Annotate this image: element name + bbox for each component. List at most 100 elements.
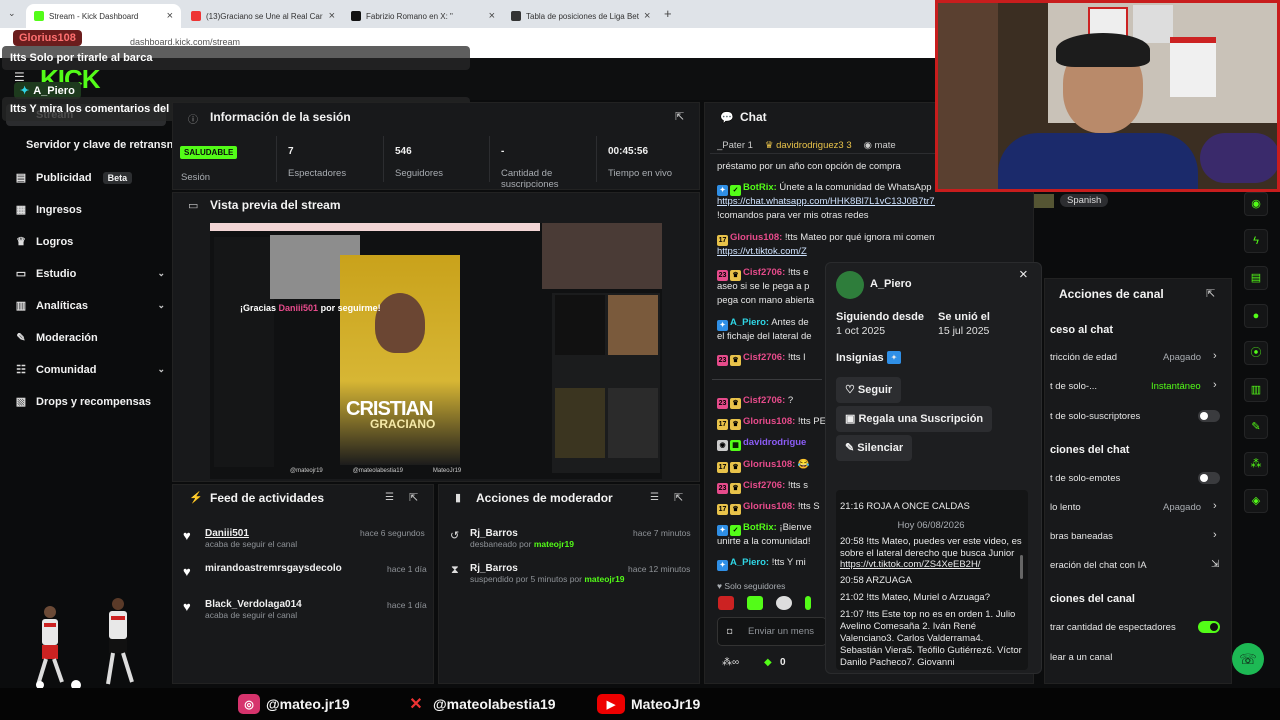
preview-follow-banner: ¡Gracias Daniii501 por seguirme! (240, 303, 381, 313)
gift-icon[interactable]: ◈ (1244, 489, 1268, 513)
broadcast-icon[interactable]: ⦿ (1244, 341, 1268, 365)
sidebar-item-logros[interactable]: ♛ Logros (15, 235, 165, 249)
sidebar-item-drops[interactable]: ▧ Drops y recompensas (15, 395, 165, 409)
notes-icon[interactable]: ▤ (1244, 266, 1268, 290)
tab-close-icon[interactable]: × (489, 10, 495, 22)
filter-icon[interactable]: ☰ (650, 492, 659, 503)
webcam-shirt (998, 133, 1198, 189)
history-message: 20:58 ARZUAGA (840, 575, 912, 586)
external-link-icon[interactable]: ⇲ (1211, 559, 1219, 570)
avatar (836, 271, 864, 299)
webcam-overlay (935, 0, 1280, 192)
kick-favicon-icon (34, 11, 44, 21)
language-tag: Spanish (1060, 194, 1109, 207)
mod-item[interactable]: Rj_Barros desbaneado por mateojr19 (470, 528, 574, 549)
badges-label: Insignias (836, 352, 884, 364)
feed-item[interactable]: Black_Verdolaga014 acaba de seguir el ca… (205, 599, 302, 620)
popout-icon[interactable]: ⇱ (409, 491, 418, 504)
chat-title: Chat (740, 110, 767, 124)
sidebar-item-analiticas[interactable]: ▥ Analíticas ⌄ (15, 299, 165, 313)
popout-icon[interactable]: ⇱ (1206, 287, 1215, 300)
channel-actions-heading: ciones del canal (1050, 593, 1135, 605)
chat-input[interactable]: ◘ Enviar un mens (717, 617, 827, 646)
sidebar-item-server-key[interactable]: Servidor y clave de retransn (26, 139, 174, 151)
chevron-right-icon[interactable]: › (1213, 529, 1217, 541)
undo-icon: ↺ (450, 530, 460, 542)
tab-list-icon[interactable]: ⌄ (8, 8, 16, 19)
emotes-only-toggle[interactable] (1198, 472, 1220, 484)
layout-icon[interactable]: ▥ (1244, 378, 1268, 402)
followers-label: Seguidores (395, 168, 444, 179)
lightning-icon[interactable]: ϟ (1244, 229, 1268, 253)
mod-item[interactable]: Rj_Barros suspendido por 5 minutos por m… (470, 563, 625, 584)
hourglass-icon: ⧗ (451, 564, 459, 576)
sidebar-item-publicidad[interactable]: ▤ Publicidad Beta (15, 171, 165, 184)
history-link[interactable]: https://vt.tiktok.com/ZS4XeEB2H/ (840, 559, 1022, 571)
trophy-icon: ♛ (16, 236, 26, 248)
filter-icon[interactable]: ☰ (385, 492, 394, 503)
tab-close-icon[interactable]: × (167, 10, 173, 22)
host-channel-row[interactable]: lear a un canal (1050, 652, 1225, 663)
mod-actions-panel (438, 484, 700, 684)
tab-kick-dashboard[interactable]: Stream - Kick Dashboard × (26, 4, 181, 28)
chevron-right-icon[interactable]: › (1213, 379, 1217, 391)
popout-icon[interactable]: ⇱ (674, 491, 683, 504)
chevron-down-icon: ⌄ (157, 300, 165, 310)
new-tab-button[interactable]: + (664, 6, 672, 21)
close-icon[interactable]: × (1019, 266, 1028, 283)
youtube-favicon-icon (191, 11, 201, 21)
chevron-down-icon: ⌄ (157, 364, 165, 374)
preview-tile (608, 388, 658, 458)
tab-youtube[interactable]: (13)Graciano se Une al Real Car × (183, 4, 343, 28)
history-message: 21:16 ROJA A ONCE CALDAS (840, 501, 970, 512)
emote-picker-icon[interactable]: ⁂∞ (722, 657, 739, 668)
tab-close-icon[interactable]: × (329, 10, 335, 22)
emote-icon[interactable] (718, 596, 734, 610)
beta-badge: Beta (102, 171, 133, 184)
help-button[interactable]: ☏ (1232, 643, 1264, 675)
sidebar-item-ingresos[interactable]: ▦ Ingresos (15, 203, 165, 217)
players-graphic (36, 598, 134, 690)
tab-x[interactable]: Fabrizio Romano en X: " × (343, 4, 503, 28)
divider (710, 153, 935, 154)
mute-button[interactable]: ✎ Silenciar (836, 435, 913, 461)
session-info-title: Información de la sesión (210, 110, 351, 124)
sidebar-item-estudio[interactable]: ▭ Estudio ⌄ (15, 267, 165, 281)
popout-icon[interactable]: ⇱ (675, 110, 684, 123)
emote-icon[interactable] (776, 596, 792, 610)
ai-moderation-row[interactable]: eración del chat con IA (1050, 560, 1225, 571)
joined-date: 15 jul 2025 (938, 325, 990, 337)
show-viewers-toggle[interactable] (1198, 621, 1220, 633)
chat-icon[interactable]: ● (1244, 304, 1268, 328)
sidebar-item-moderacion[interactable]: ✎ Moderación (15, 331, 165, 345)
chevron-right-icon[interactable]: › (1213, 350, 1217, 362)
instagram-handle: ◎ @mateo.jr19 (238, 694, 350, 714)
users-icon[interactable]: ⁂ (1244, 452, 1268, 476)
follow-button[interactable]: ♡ Seguir (836, 377, 902, 403)
emote-icon[interactable] (747, 596, 763, 610)
history-message: 21:07 !tts Este top no es en orden 1. Ju… (840, 609, 1022, 665)
webcam-jersey (1170, 37, 1216, 97)
subs-only-toggle[interactable] (1198, 410, 1220, 422)
activity-feed-title: Feed de actividades (210, 491, 325, 505)
stream-preview[interactable]: ¡Gracias Daniii501 por seguirme! CRISTIA… (210, 223, 662, 479)
sidebar-item-comunidad[interactable]: ☷ Comunidad ⌄ (15, 363, 165, 377)
emote-icon[interactable] (805, 596, 811, 610)
feed-item[interactable]: mirandoastremrsgaysdecolo (205, 563, 342, 574)
profile-username: A_Piero (870, 278, 912, 290)
feed-item[interactable]: Daniii501 acaba de seguir el canal (205, 528, 297, 549)
shield-icon: ◘ (727, 626, 733, 636)
tab-liga[interactable]: Tabla de posiciones de Liga Bet × (503, 4, 656, 28)
tab-close-icon[interactable]: × (644, 10, 650, 22)
scrollbar[interactable] (1020, 555, 1023, 579)
chat-message: !comandos para ver mis otras redes (717, 210, 869, 221)
camera-icon[interactable]: ◉ (1244, 192, 1268, 216)
banned-words-row[interactable]: bras baneadas (1050, 531, 1225, 542)
chat-top-gifters: _Pater 1 ♛ davidrodriguez3 3 ◉ mate (717, 140, 896, 151)
gift-sub-button[interactable]: ▣ Regala una Suscripción (836, 406, 993, 432)
chevron-right-icon[interactable]: › (1213, 500, 1217, 512)
wrench-icon[interactable]: ✎ (1244, 415, 1268, 439)
webcam-chair (1200, 133, 1277, 183)
chevron-down-icon: ⌄ (157, 268, 165, 278)
chat-message: https://chat.whatsapp.com/HHK8Bl7L1vC13J… (717, 196, 935, 207)
